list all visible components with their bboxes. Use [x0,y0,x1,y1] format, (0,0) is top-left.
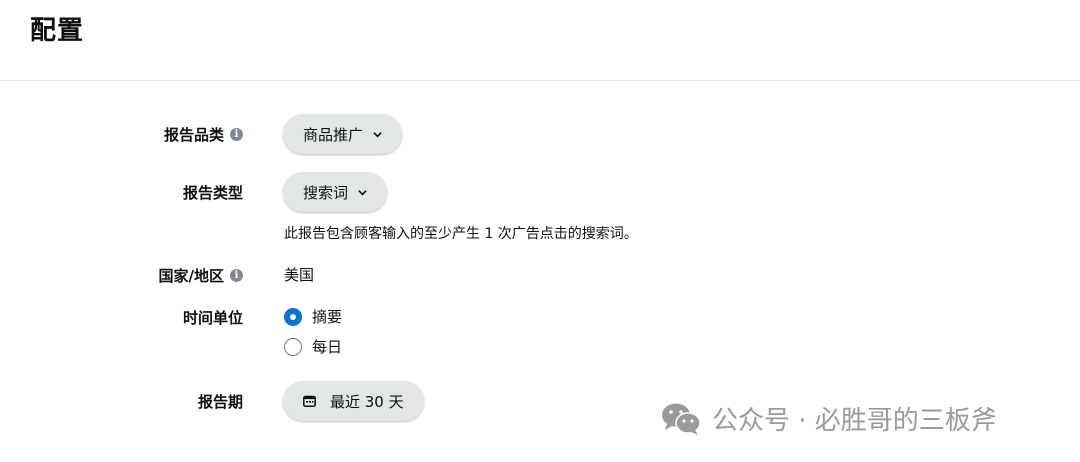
report-period-label-text: 报告期 [197,393,243,411]
report-type-value: 搜索词 [303,183,349,202]
report-type-description: 此报告包含顾客输入的至少产生 1 次广告点击的搜索词。 [284,226,638,242]
report-type-label: 报告类型 [183,182,243,203]
time-unit-option-daily[interactable]: 每日 [284,336,342,357]
time-unit-label: 时间单位 [183,307,243,328]
report-type-label-text: 报告类型 [182,184,243,202]
country-label: 国家/地区 i [159,265,243,286]
chevron-down-icon [373,131,382,137]
radio-unselected-icon[interactable] [284,337,302,356]
report-category-dropdown[interactable]: 商品推广 [283,114,403,154]
wechat-icon [662,403,701,435]
time-unit-option-label: 摘要 [312,308,343,326]
chevron-down-icon [358,189,367,195]
time-unit-option-label: 每日 [312,338,343,356]
page-title: 配置 [30,16,85,46]
calendar-icon [303,395,316,407]
radio-selected-icon[interactable] [284,307,302,326]
watermark: 公众号 · 必胜哥的三板斧 [660,400,997,437]
report-category-value: 商品推广 [303,125,364,144]
report-period-value: 最近 30 天 [330,392,404,411]
time-unit-label-text: 时间单位 [182,309,243,327]
country-value: 美国 [284,266,315,284]
report-category-label-text: 报告品类 [163,126,224,144]
watermark-text: 公众号 · 必胜哥的三板斧 [712,406,997,436]
time-unit-option-summary[interactable]: 摘要 [284,306,342,327]
report-period-label: 报告期 [198,391,243,412]
info-icon[interactable]: i [230,128,243,141]
country-label-text: 国家/地区 [158,267,224,285]
report-category-label: 报告品类 i [164,124,243,145]
report-period-button[interactable]: 最近 30 天 [283,381,424,421]
page-header: 配置 [0,0,1080,81]
report-type-dropdown[interactable]: 搜索词 [283,172,388,212]
info-icon[interactable]: i [230,269,243,282]
